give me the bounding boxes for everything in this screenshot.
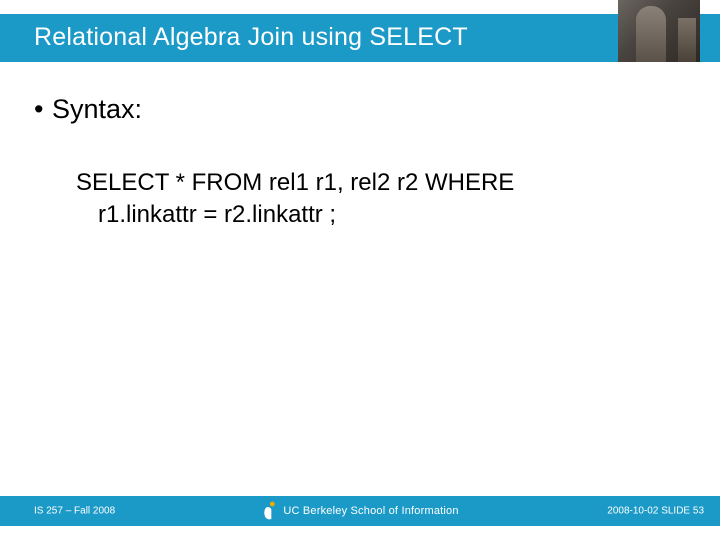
footer-logo-text: UC Berkeley School of Information bbox=[283, 505, 458, 517]
bullet-syntax: •Syntax: bbox=[34, 92, 674, 127]
code-line-2: r1.linkattr = r2.linkattr ; bbox=[76, 199, 674, 231]
bullet-label: Syntax: bbox=[52, 94, 142, 124]
slide: Relational Algebra Join using SELECT •Sy… bbox=[0, 0, 720, 540]
footer-left-text: IS 257 – Fall 2008 bbox=[34, 506, 115, 517]
bullet-marker: • bbox=[34, 92, 52, 127]
slide-title: Relational Algebra Join using SELECT bbox=[34, 23, 468, 52]
code-block: SELECT * FROM rel1 r1, rel2 r2 WHERE r1.… bbox=[76, 167, 674, 230]
decorative-photo bbox=[618, 0, 700, 62]
ischool-logo-icon bbox=[261, 501, 277, 521]
title-bar: Relational Algebra Join using SELECT bbox=[0, 14, 720, 62]
body: •Syntax: SELECT * FROM rel1 r1, rel2 r2 … bbox=[34, 92, 674, 230]
footer: IS 257 – Fall 2008 UC Berkeley School of… bbox=[0, 496, 720, 526]
footer-logo: UC Berkeley School of Information bbox=[261, 501, 458, 521]
code-line-1: SELECT * FROM rel1 r1, rel2 r2 WHERE bbox=[76, 167, 674, 199]
footer-right-text: 2008-10-02 SLIDE 53 bbox=[607, 506, 704, 517]
